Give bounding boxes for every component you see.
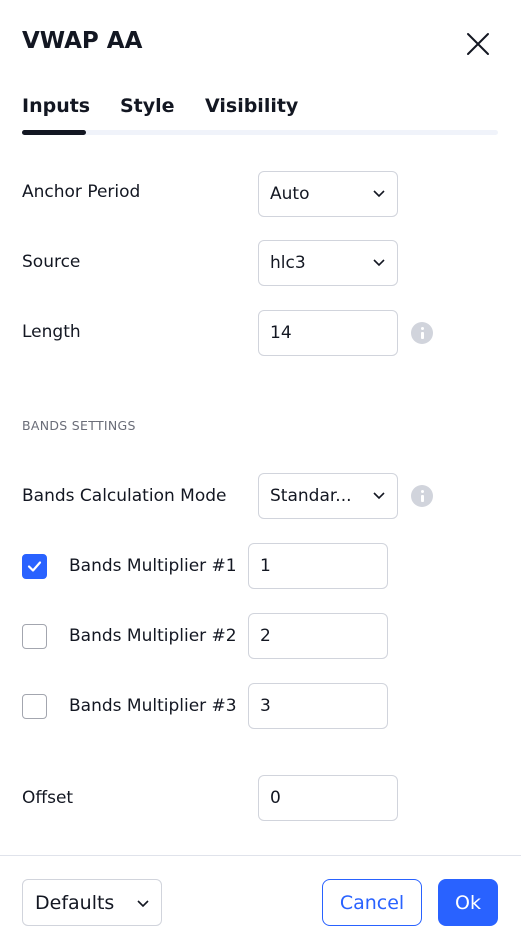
chevron-down-icon <box>373 492 385 500</box>
checkmark-icon <box>27 561 42 572</box>
cancel-button[interactable]: Cancel <box>322 879 422 926</box>
length-label: Length <box>22 322 81 342</box>
multiplier-3-input[interactable]: 3 <box>248 683 388 729</box>
chevron-down-icon <box>137 899 149 907</box>
multiplier-2-input[interactable]: 2 <box>248 613 388 659</box>
chevron-down-icon <box>373 259 385 267</box>
bands-mode-value: Standar... <box>270 486 352 506</box>
multiplier-3-checkbox[interactable] <box>22 694 47 719</box>
source-value: hlc3 <box>270 253 306 273</box>
bands-settings-heading: BANDS SETTINGS <box>22 418 136 433</box>
footer-divider <box>0 855 521 856</box>
tab-visibility[interactable]: Visibility <box>205 95 298 117</box>
defaults-label: Defaults <box>35 891 115 914</box>
multiplier-2-label: Bands Multiplier #2 <box>69 626 237 646</box>
tab-style[interactable]: Style <box>120 95 175 117</box>
multiplier-1-label: Bands Multiplier #1 <box>69 556 237 576</box>
length-input[interactable]: 14 <box>258 310 398 356</box>
multiplier-3-label: Bands Multiplier #3 <box>69 696 237 716</box>
source-select[interactable]: hlc3 <box>258 240 398 286</box>
bands-mode-label: Bands Calculation Mode <box>22 486 227 506</box>
tab-indicator <box>22 130 86 135</box>
ok-button[interactable]: Ok <box>438 879 498 926</box>
anchor-period-value: Auto <box>270 184 310 204</box>
offset-label: Offset <box>22 788 74 808</box>
multiplier-1-checkbox[interactable] <box>22 554 47 579</box>
close-icon <box>467 33 489 55</box>
close-button[interactable] <box>462 28 494 60</box>
bands-mode-info-icon[interactable] <box>411 485 433 507</box>
length-info-icon[interactable] <box>411 322 433 344</box>
defaults-dropdown[interactable]: Defaults <box>22 879 162 926</box>
tab-inputs[interactable]: Inputs <box>22 95 90 117</box>
tabs-track <box>22 130 498 135</box>
bands-mode-select[interactable]: Standar... <box>258 473 398 519</box>
chevron-down-icon <box>373 190 385 198</box>
anchor-period-label: Anchor Period <box>22 182 141 202</box>
source-label: Source <box>22 252 81 272</box>
dialog-title: VWAP AA <box>22 28 143 54</box>
multiplier-1-input[interactable]: 1 <box>248 543 388 589</box>
multiplier-2-checkbox[interactable] <box>22 624 47 649</box>
offset-input[interactable]: 0 <box>258 775 398 821</box>
anchor-period-select[interactable]: Auto <box>258 171 398 217</box>
